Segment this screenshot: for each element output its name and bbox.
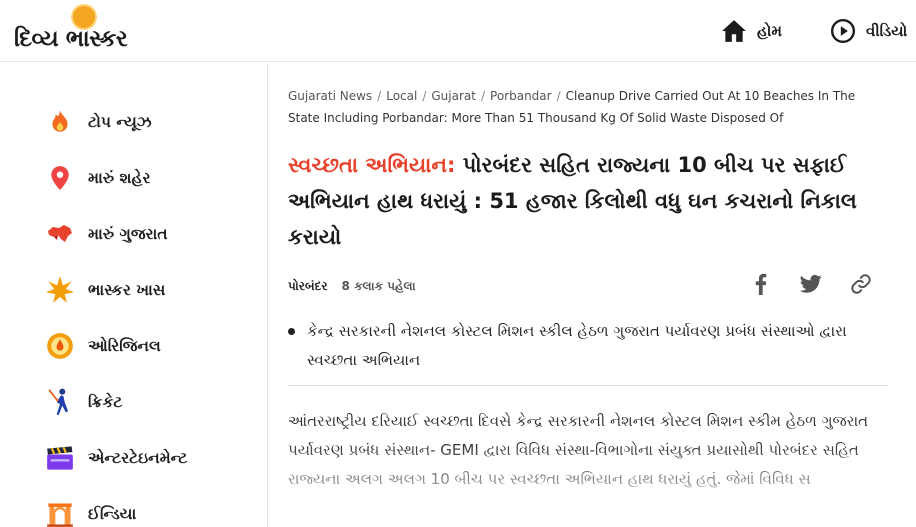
breadcrumb-item[interactable]: Gujarat: [431, 89, 476, 103]
original-badge-icon: [46, 332, 74, 360]
breadcrumb-separator: /: [377, 89, 382, 103]
article-body: આંતરરાષ્ટ્રીય દરિયાઈ સ્વચ્છતા દિવસે કેન્…: [288, 412, 869, 488]
breadcrumb-separator: /: [556, 89, 561, 103]
sidebar-item-label: ઓરિજિનલ: [88, 336, 161, 355]
site-header: દિવ્ય ભાસ્કર હોમ વીડિયો: [0, 0, 916, 62]
sidebar-item-label: એન્ટરટેઇનમેન્ટ: [88, 448, 188, 467]
share-facebook-button[interactable]: [748, 271, 774, 297]
twitter-icon: [800, 274, 822, 293]
nav-home-label: હોમ: [757, 22, 783, 40]
breadcrumb-item[interactable]: Porbandar: [490, 89, 552, 103]
share-twitter-button[interactable]: [798, 271, 824, 297]
breadcrumb: Gujarati News / Local / Gujarat / Porbandar / Cl…: [288, 85, 888, 129]
sidebar-item-label: મારું શહેર: [88, 168, 151, 187]
brand-logo[interactable]: દિવ્ય ભાસ્કર: [14, 4, 164, 58]
sidebar-nav: ટોપ ન્યૂઝ મારું શહેર મારું ગુજરાત ભાસ્કર…: [0, 63, 268, 527]
breadcrumb-separator: /: [422, 89, 427, 103]
nav-home[interactable]: હોમ: [721, 17, 782, 45]
share-link-button[interactable]: [848, 271, 874, 297]
link-icon: [851, 274, 871, 294]
sidebar-item-india[interactable]: ઈન્ડિયા: [46, 498, 136, 527]
article-main: Gujarati News / Local / Gujarat / Porbandar / Cl…: [288, 63, 916, 527]
sidebar-item-my-city[interactable]: મારું શહેર: [46, 162, 150, 194]
sidebar-item-bhaskar-khas[interactable]: ભાસ્કર ખાસ: [46, 274, 165, 306]
cricket-player-icon: [46, 388, 74, 416]
highlight-text: કેન્દ્ર સરકારની નેશનલ કોસ્ટલ મિશન સ્કીલ …: [307, 322, 847, 369]
sidebar-item-my-gujarat[interactable]: મારું ગુજરાત: [46, 218, 168, 250]
flame-icon: [46, 108, 74, 136]
location-pin-icon: [46, 164, 74, 192]
sidebar-item-label: ભાસ્કર ખાસ: [88, 280, 166, 299]
article-meta: પોરબંદર 8 કલાક પહેલા: [288, 276, 416, 296]
facebook-icon: [755, 273, 767, 295]
breadcrumb-item[interactable]: Gujarati News: [288, 89, 372, 103]
play-circle-icon: [830, 18, 856, 44]
headline-tag: સ્વચ્છતા અભિયાન:: [288, 153, 456, 177]
sun-logo-icon: [73, 6, 95, 28]
article-timestamp: 8 કલાક પહેલા: [341, 278, 416, 293]
clapperboard-icon: [46, 444, 74, 472]
breadcrumb-current: Cleanup Drive Carried Out At 10 Beaches …: [288, 89, 856, 125]
article-location[interactable]: પોરબંદર: [288, 279, 328, 294]
article-headline: સ્વચ્છતા અભિયાન: પોરબંદર સહિત રાજ્યના 10…: [288, 147, 878, 255]
sidebar-item-label: ટોપ ન્યૂઝ: [88, 112, 152, 131]
sidebar-item-label: ક્રિકેટ: [88, 392, 123, 411]
sidebar-item-top-news[interactable]: ટોપ ન્યૂઝ: [46, 106, 152, 138]
sidebar-item-cricket[interactable]: ક્રિકેટ: [46, 386, 122, 418]
star-burst-icon: [46, 276, 74, 304]
breadcrumb-item[interactable]: Local: [386, 89, 417, 103]
gujarat-map-icon: [46, 220, 74, 248]
india-gate-icon: [46, 500, 74, 527]
home-icon: [722, 20, 746, 42]
sidebar-item-original[interactable]: ઓરિજિનલ: [46, 330, 161, 362]
sidebar-item-label: ઈન્ડિયા: [88, 504, 137, 523]
brand-name: દિવ્ય ભાસ્કર: [14, 26, 128, 52]
nav-video[interactable]: વીડિયો: [830, 17, 907, 45]
nav-video-label: વીડિયો: [866, 22, 908, 40]
article-highlight: કેન્દ્ર સરકારની નેશનલ કોસ્ટલ મિશન સ્કીલ …: [288, 317, 888, 375]
divider: [288, 385, 888, 386]
sidebar-item-entertainment[interactable]: એન્ટરટેઇનમેન્ટ: [46, 442, 187, 474]
sidebar-item-label: મારું ગુજરાત: [88, 224, 168, 243]
bullet-dot: [288, 328, 295, 335]
breadcrumb-separator: /: [480, 89, 486, 103]
